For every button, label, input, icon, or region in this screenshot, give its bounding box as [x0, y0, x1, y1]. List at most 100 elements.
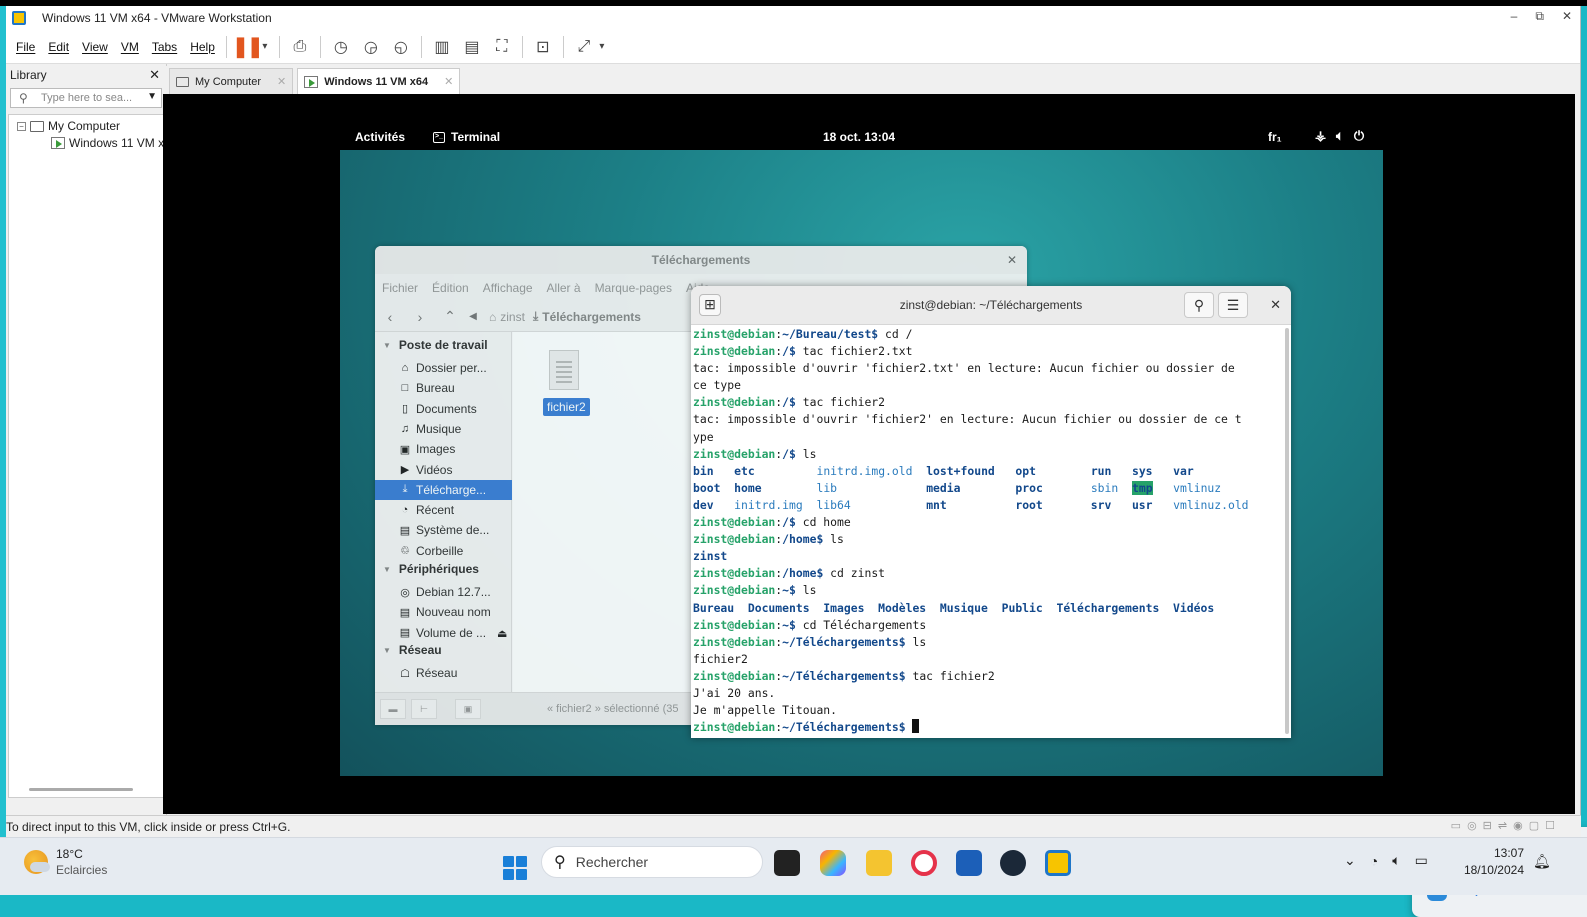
crumb-downloads[interactable]: ⤓ Téléchargements — [533, 309, 641, 324]
hamburger-menu-icon[interactable]: ☰ — [1218, 292, 1248, 318]
menu-vm[interactable]: VM — [121, 40, 139, 54]
thumbnail-bar-icon[interactable]: ▤ — [460, 35, 484, 59]
sidebar-item-place[interactable]: ⌂ Dossier per... — [375, 358, 512, 378]
chevron-down-icon[interactable]: ▼ — [147, 91, 157, 102]
sidebar-item-place[interactable]: ⤓ Télécharge... — [375, 479, 512, 500]
weather-widget[interactable]: 18°C Eclaircies — [24, 846, 107, 878]
file-name-label[interactable]: fichier2 — [543, 398, 590, 416]
sidebar-item-place[interactable]: ▤ Système de... — [375, 520, 512, 540]
tree-view-icon[interactable]: ⊢ — [411, 699, 437, 719]
full-screen-icon[interactable]: ⛶ — [490, 35, 514, 59]
library-close-button[interactable]: ✕ — [149, 67, 160, 83]
task-view-icon[interactable] — [774, 850, 800, 876]
close-icon[interactable]: ✕ — [1270, 297, 1281, 313]
taskbar-clock[interactable]: 13:07 18/10/2024 — [1460, 845, 1524, 879]
revert-snapshot-icon[interactable]: ◶ — [359, 35, 383, 59]
collapse-icon[interactable]: − — [17, 121, 26, 131]
speaker-icon[interactable]: 🔈︎ — [1392, 852, 1400, 869]
system-menu[interactable]: ⚶ 🔈︎ ⏻ — [1315, 128, 1364, 144]
vmware-icon[interactable] — [1045, 850, 1071, 876]
sidebar-section-network[interactable]: ▼ Réseau — [383, 643, 442, 657]
sidebar-item-place[interactable]: ♫ Musique — [375, 419, 512, 439]
forward-icon[interactable]: › — [405, 309, 435, 325]
snapshot-icon[interactable]: ◷ — [329, 35, 353, 59]
files-menu-fichier[interactable]: Fichier — [382, 281, 418, 295]
wifi-icon[interactable]: ◔ — [1370, 853, 1378, 869]
tab-windows-vm[interactable]: Windows 11 VM x64 ✕ — [297, 68, 461, 94]
menu-help[interactable]: Help — [190, 40, 215, 54]
chevron-down-icon[interactable]: ▾ — [259, 35, 271, 59]
menu-view[interactable]: View — [82, 40, 108, 54]
vm-display[interactable]: Activités >_ Terminal 18 oct. 13:04 fr₁ … — [163, 94, 1587, 917]
sidebar-item-device[interactable]: ▤ Nouveau nom — [375, 602, 512, 622]
message-icon[interactable]: ☐ — [1545, 819, 1555, 832]
text-file-icon[interactable] — [549, 350, 579, 390]
keyboard-layout-indicator[interactable]: fr₁ — [1268, 130, 1282, 144]
sidebar-section-places[interactable]: ▼ Poste de travail — [383, 338, 488, 352]
horizontal-scrollbar[interactable] — [29, 788, 133, 791]
sidebar-item-place[interactable]: ◔ Récent — [375, 500, 512, 520]
send-ctrl-alt-del-icon[interactable]: ⎙ — [288, 35, 312, 59]
files-menu-aller[interactable]: Aller à — [547, 281, 581, 295]
battery-icon[interactable]: ▭ — [1415, 852, 1428, 869]
stretch-icon[interactable]: ⤢ — [572, 35, 596, 59]
menu-tabs[interactable]: Tabs — [152, 40, 177, 54]
menu-file[interactable]: File — [16, 40, 35, 54]
chevron-up-icon[interactable]: ⌄ — [1344, 852, 1356, 869]
suspend-icon[interactable]: ❚❚ — [232, 35, 264, 59]
copilot-icon[interactable] — [820, 850, 846, 876]
sidebar-item-network[interactable]: ☖ Réseau — [375, 663, 512, 683]
up-icon[interactable]: ⌃ — [435, 308, 465, 325]
files-menu-edition[interactable]: Édition — [432, 281, 469, 295]
sidebar-item-place[interactable]: ▶ Vidéos — [375, 460, 512, 480]
tab-my-computer[interactable]: My Computer ✕ — [169, 68, 294, 94]
display-icon[interactable]: ▢ — [1529, 819, 1539, 832]
terminal-scrollbar[interactable] — [1285, 328, 1289, 734]
crumb-home[interactable]: ⌂ zinst — [489, 310, 525, 324]
taskbar-search-box[interactable]: ⚲ Rechercher — [541, 846, 763, 878]
menu-edit[interactable]: Edit — [48, 40, 69, 54]
network-adapter-icon[interactable]: ⊟ — [1483, 819, 1492, 832]
app-menu-terminal[interactable]: >_ Terminal — [433, 130, 500, 144]
sidebar-item-place[interactable]: ♲ Corbeille — [375, 541, 512, 561]
search-icon[interactable]: ⚲ — [1184, 292, 1214, 318]
console-view-icon[interactable]: ⊡ — [531, 35, 555, 59]
sidebar-item-device[interactable]: ▤ Volume de ... — [375, 623, 512, 643]
usb-icon[interactable]: ⇌ — [1498, 819, 1507, 832]
sidebar-item-place[interactable]: □ Bureau — [375, 378, 512, 398]
crumb-left-icon[interactable]: ◀ — [465, 311, 481, 322]
restore-button[interactable]: ⧉ — [1535, 9, 1544, 24]
sidebar-item-place[interactable]: ▯ Documents — [375, 399, 512, 419]
files-menu-marque-pages[interactable]: Marque-pages — [595, 281, 672, 295]
notification-bell-icon[interactable]: 🔔︎ — [1533, 853, 1551, 870]
sidebar-item-device[interactable]: ◎ Debian 12.7... — [375, 582, 512, 602]
activities-button[interactable]: Activités — [355, 130, 405, 144]
steam-icon[interactable] — [1000, 850, 1026, 876]
terminal-output[interactable]: zinst@debian:~/Bureau/test$ cd / zinst@de… — [693, 326, 1281, 738]
folder-icon[interactable]: ▬ — [380, 699, 406, 719]
close-icon[interactable]: ✕ — [277, 75, 286, 88]
files-menu-affichage[interactable]: Affichage — [483, 281, 533, 295]
sound-icon[interactable]: ◉ — [1513, 819, 1523, 832]
store-icon[interactable] — [956, 850, 982, 876]
snapshot-manager-icon[interactable]: ◵ — [389, 35, 413, 59]
tree-item-windows-vm[interactable]: Windows 11 VM x — [51, 136, 164, 150]
close-icon[interactable]: ✕ — [1007, 246, 1017, 274]
opera-icon[interactable] — [911, 850, 937, 876]
sidebar-item-place[interactable]: ▣ Images — [375, 439, 512, 459]
close-icon[interactable]: ✕ — [444, 75, 453, 88]
minimize-button[interactable]: – — [1511, 9, 1518, 24]
hdd-icon[interactable]: ▭ — [1451, 819, 1461, 832]
library-search-input[interactable]: ⚲ Type here to sea... ▼ — [10, 88, 162, 108]
file-explorer-icon[interactable] — [866, 850, 892, 876]
sidebar-toggle-icon[interactable]: ▣ — [455, 699, 481, 719]
show-library-icon[interactable]: ▥ — [430, 35, 454, 59]
tree-item-my-computer[interactable]: − My Computer — [17, 119, 120, 133]
gnome-clock[interactable]: 18 oct. 13:04 — [823, 130, 895, 144]
chevron-down-icon[interactable]: ▾ — [596, 35, 608, 59]
back-icon[interactable]: ‹ — [375, 309, 405, 325]
windows-start-icon[interactable] — [503, 856, 527, 880]
close-button[interactable]: ✕ — [1562, 9, 1572, 24]
cd-icon[interactable]: ◎ — [1467, 819, 1477, 832]
sidebar-section-devices[interactable]: ▼ Périphériques — [383, 562, 479, 576]
